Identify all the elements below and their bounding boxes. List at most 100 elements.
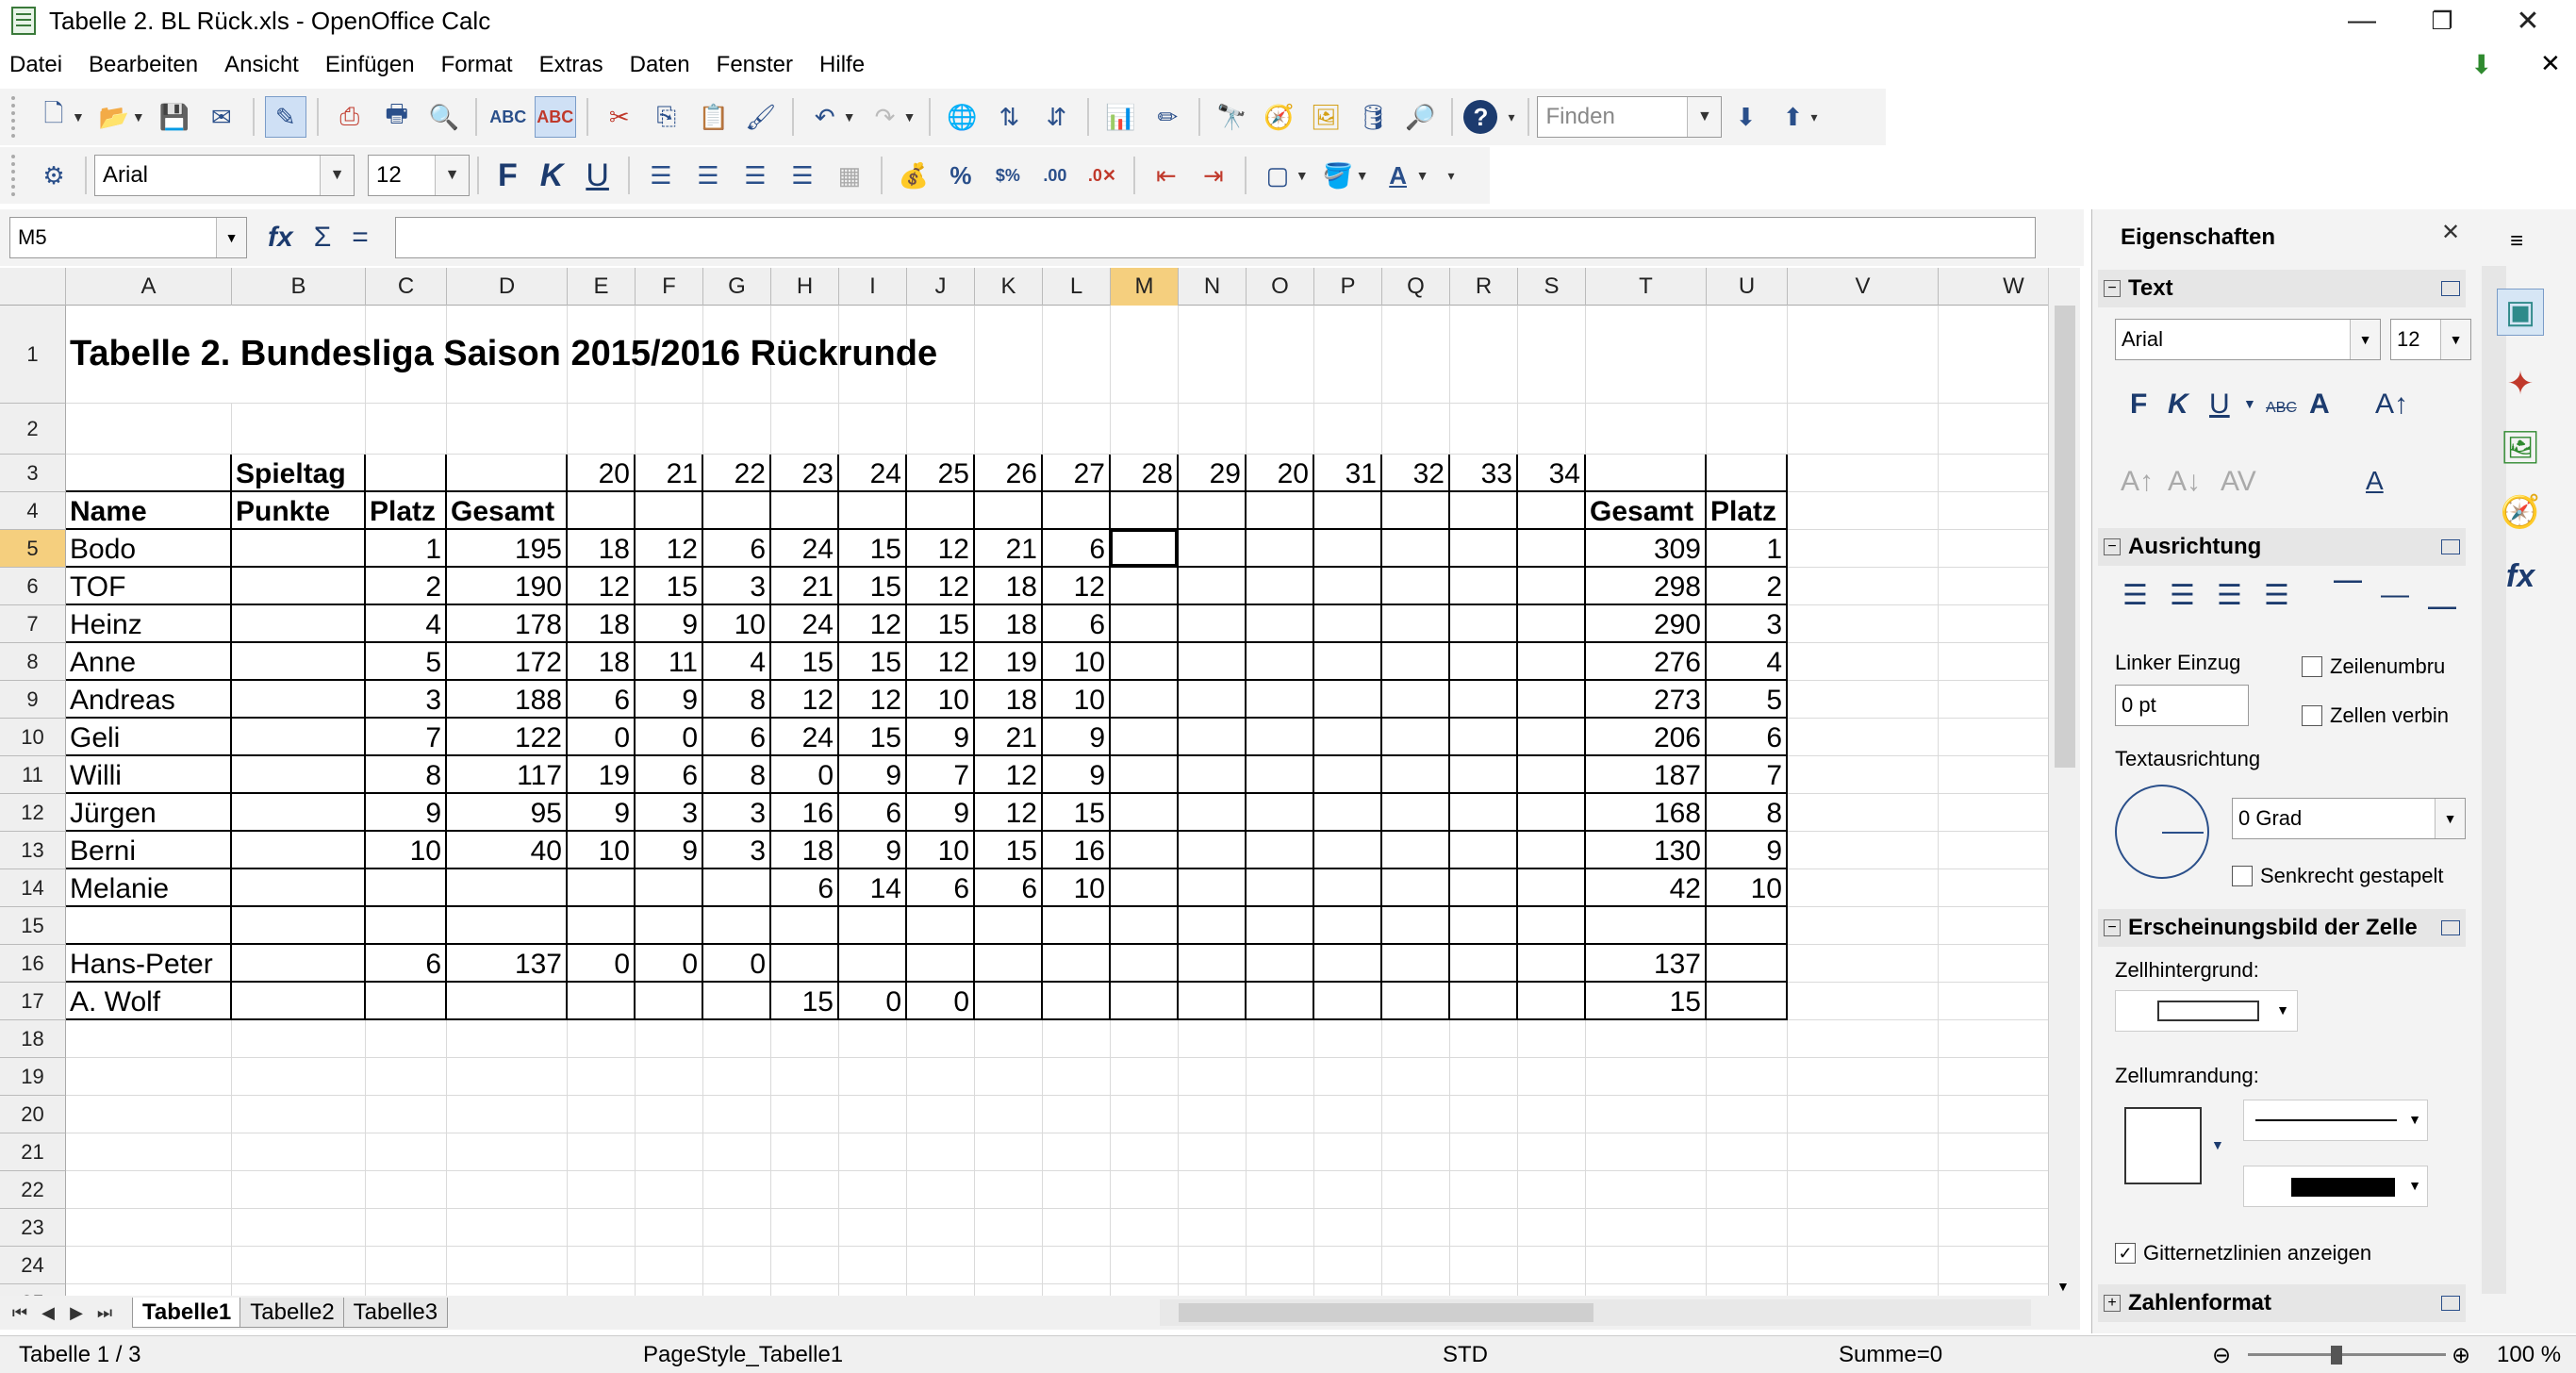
menu-hilfe[interactable]: Hilfe — [819, 52, 865, 78]
cell[interactable] — [447, 1020, 568, 1058]
zoom-slider[interactable] — [2248, 1353, 2446, 1356]
sidebar-size-dropdown-icon[interactable]: ▼ — [2440, 320, 2470, 359]
score-cell[interactable]: 21 — [771, 568, 839, 605]
cell[interactable] — [1586, 1133, 1707, 1171]
name-box-dropdown-icon[interactable]: ▼ — [216, 218, 246, 257]
total-cell[interactable]: 15 — [1586, 983, 1707, 1020]
close-document-icon[interactable]: ✕ — [2540, 49, 2561, 78]
cell[interactable] — [1179, 1209, 1247, 1247]
cell[interactable] — [1586, 1284, 1707, 1296]
column-header-d[interactable]: D — [447, 268, 568, 306]
column-label-cell[interactable] — [1314, 492, 1382, 530]
cell[interactable] — [1382, 404, 1450, 455]
cell[interactable] — [1788, 983, 1939, 1020]
undo-icon[interactable]: ↶ — [804, 96, 846, 138]
find-next-icon[interactable]: ⬇ — [1725, 96, 1766, 138]
cell[interactable] — [232, 643, 366, 681]
cell[interactable] — [1450, 907, 1518, 945]
cell[interactable] — [1939, 1209, 2048, 1247]
cell[interactable] — [1518, 945, 1586, 983]
cell[interactable] — [1314, 306, 1382, 404]
formatting-toolbar-overflow-icon[interactable]: ▾ — [1447, 168, 1454, 184]
cell[interactable] — [1450, 794, 1518, 832]
cell[interactable] — [1179, 983, 1247, 1020]
rank-cell[interactable]: 1 — [1707, 530, 1788, 568]
cell[interactable] — [366, 1133, 447, 1171]
total-cell[interactable]: 42 — [1586, 869, 1707, 907]
cell[interactable] — [1382, 1209, 1450, 1247]
toolbar-overflow-icon[interactable]: ▾ — [1508, 109, 1514, 125]
row-header-3[interactable]: 3 — [0, 455, 66, 492]
cell[interactable] — [1043, 1171, 1111, 1209]
cell[interactable] — [1382, 568, 1450, 605]
total-cell[interactable]: 187 — [1586, 756, 1707, 794]
status-mode[interactable]: STD — [1443, 1342, 1488, 1368]
cell[interactable] — [1450, 306, 1518, 404]
cell[interactable] — [1043, 907, 1111, 945]
cell[interactable] — [366, 983, 447, 1020]
tab-tabelle1[interactable]: Tabelle1 — [132, 1298, 242, 1328]
cell[interactable] — [1382, 945, 1450, 983]
cell[interactable] — [1788, 1096, 1939, 1133]
cell[interactable] — [1043, 1209, 1111, 1247]
alignment-section-header[interactable]: − Ausrichtung — [2098, 528, 2466, 566]
close-button[interactable]: ✕ — [2485, 0, 2570, 41]
matchday-number-cell[interactable]: 25 — [907, 455, 975, 492]
column-label-cell[interactable] — [1043, 492, 1111, 530]
number-format-more-options-icon[interactable] — [2441, 1296, 2460, 1311]
cell[interactable] — [1788, 1171, 1939, 1209]
cell[interactable] — [1707, 907, 1788, 945]
sidebar-align-bottom-icon[interactable]: ⎽ — [2428, 579, 2456, 611]
justify-icon[interactable]: ☰ — [782, 155, 823, 196]
sidebar-italic-icon[interactable]: K — [2168, 389, 2188, 421]
cell[interactable]: 8 — [366, 756, 447, 794]
cell[interactable]: 40 — [447, 832, 568, 869]
cell[interactable] — [839, 1058, 907, 1096]
cell[interactable] — [568, 1171, 636, 1209]
new-dropdown-icon[interactable]: ▼ — [72, 109, 85, 124]
cell[interactable] — [839, 1247, 907, 1284]
cell[interactable] — [636, 1020, 703, 1058]
cell[interactable] — [1314, 1171, 1382, 1209]
cell[interactable] — [1450, 530, 1518, 568]
cell[interactable] — [1043, 1284, 1111, 1296]
row-header-6[interactable]: 6 — [0, 568, 66, 605]
cell[interactable] — [366, 1096, 447, 1133]
font-color-icon[interactable]: A — [1378, 155, 1419, 196]
cell[interactable] — [1450, 832, 1518, 869]
column-header-h[interactable]: H — [771, 268, 839, 306]
cell[interactable] — [1788, 832, 1939, 869]
matchday-number-cell[interactable]: 31 — [1314, 455, 1382, 492]
appearance-section-header[interactable]: − Erscheinungsbild der Zelle — [2098, 909, 2466, 947]
score-cell[interactable] — [703, 983, 771, 1020]
cell[interactable] — [703, 1247, 771, 1284]
cell[interactable] — [1382, 1171, 1450, 1209]
cell[interactable] — [771, 1096, 839, 1133]
cell[interactable]: 172 — [447, 643, 568, 681]
cell[interactable] — [1788, 404, 1939, 455]
spieltag-header-cell[interactable]: Spieltag — [232, 455, 366, 492]
cell[interactable] — [568, 907, 636, 945]
vertical-stacked-checkbox[interactable] — [2232, 866, 2253, 886]
cell[interactable] — [568, 1020, 636, 1058]
cell[interactable] — [907, 1171, 975, 1209]
score-cell[interactable]: 14 — [839, 869, 907, 907]
score-cell[interactable]: 6 — [1043, 530, 1111, 568]
underline-button[interactable]: U — [586, 157, 609, 194]
spellcheck-icon[interactable]: ABC — [487, 96, 529, 138]
cell[interactable] — [1788, 1058, 1939, 1096]
cell[interactable] — [703, 1284, 771, 1296]
row-header-24[interactable]: 24 — [0, 1247, 66, 1284]
cell[interactable]: 5 — [366, 643, 447, 681]
redo-icon[interactable]: ↷ — [865, 96, 906, 138]
row-header-22[interactable]: 22 — [0, 1171, 66, 1209]
cell[interactable] — [1111, 1284, 1179, 1296]
cell[interactable] — [232, 832, 366, 869]
cell[interactable] — [1111, 794, 1179, 832]
cell[interactable] — [1939, 794, 2048, 832]
next-sheet-icon[interactable]: ▶ — [62, 1303, 91, 1323]
player-name-cell[interactable]: Jürgen — [66, 794, 232, 832]
email-icon[interactable]: ✉ — [201, 96, 242, 138]
score-cell[interactable]: 0 — [839, 983, 907, 1020]
cell[interactable] — [1586, 907, 1707, 945]
